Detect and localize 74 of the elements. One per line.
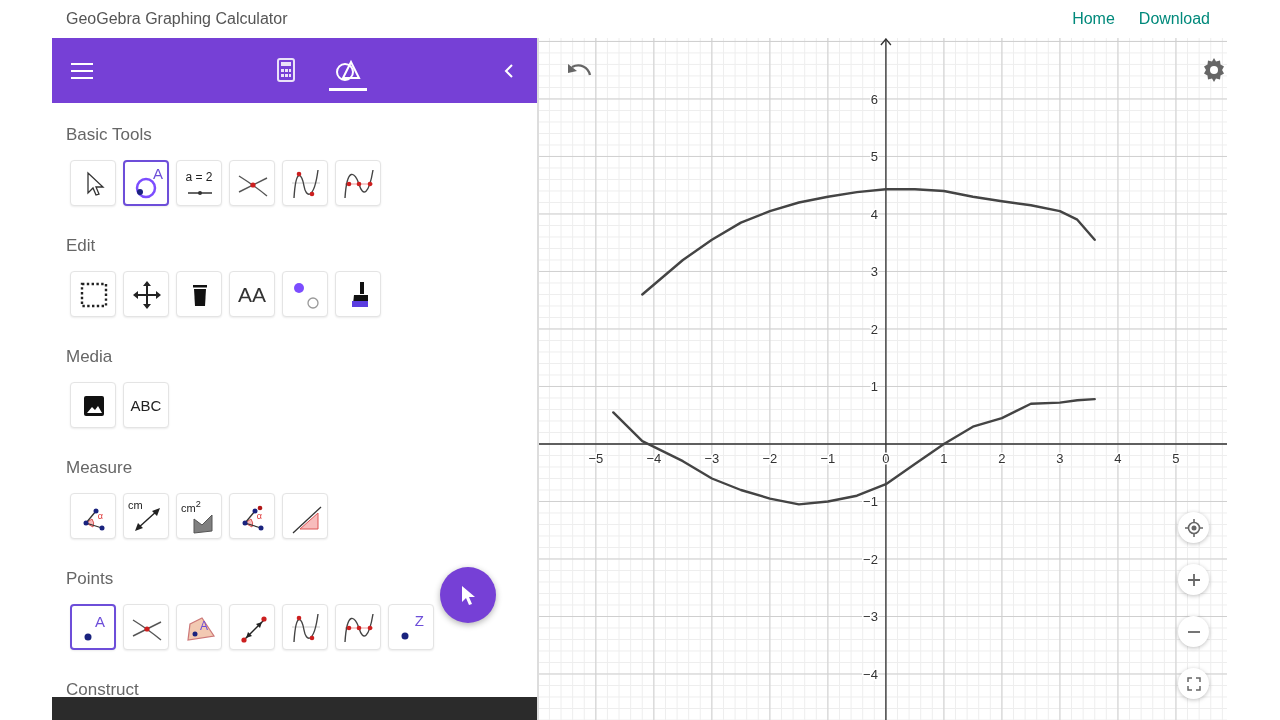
tick-label: 4 bbox=[1114, 451, 1122, 466]
select-rect-tool[interactable] bbox=[70, 271, 116, 317]
text-tool[interactable]: ABC bbox=[123, 382, 169, 428]
point-in-region-tool[interactable]: A bbox=[176, 604, 222, 650]
app-title: GeoGebra Graphing Calculator bbox=[66, 10, 288, 28]
tick-label: −2 bbox=[762, 451, 778, 466]
locate-button[interactable] bbox=[1178, 512, 1209, 543]
extremum-tool[interactable] bbox=[282, 160, 328, 206]
delete-tool[interactable] bbox=[176, 271, 222, 317]
target-icon bbox=[1184, 518, 1203, 537]
section-heading: Points bbox=[66, 569, 115, 589]
slope-tool[interactable] bbox=[282, 493, 328, 539]
extremum-tool[interactable] bbox=[282, 604, 328, 650]
style-dots-tool[interactable] bbox=[282, 271, 328, 317]
fullscreen-button[interactable] bbox=[1178, 668, 1209, 699]
angle-tool[interactable]: α bbox=[70, 493, 116, 539]
tick-label: 5 bbox=[1172, 451, 1180, 466]
section-heading: Construct bbox=[66, 680, 140, 697]
section-heading: Edit bbox=[66, 236, 97, 256]
nav-link[interactable]: Home bbox=[1072, 10, 1115, 28]
complex-point-tool[interactable]: Z bbox=[388, 604, 434, 650]
tick-label: −4 bbox=[646, 451, 662, 466]
complex-point-icon bbox=[401, 632, 409, 640]
point-tool[interactable]: A bbox=[70, 604, 116, 650]
intersect-tool[interactable] bbox=[123, 604, 169, 650]
tick-label: 1 bbox=[940, 451, 948, 466]
roots-tool[interactable] bbox=[335, 160, 381, 206]
slider-icon bbox=[187, 190, 213, 195]
roots-tool[interactable] bbox=[335, 604, 381, 650]
area-icon bbox=[193, 514, 213, 534]
calculator-icon bbox=[276, 58, 295, 82]
settings-icon[interactable] bbox=[1201, 57, 1227, 83]
plus-icon bbox=[1186, 572, 1201, 587]
slider-tool[interactable]: a = 2 bbox=[176, 160, 222, 206]
collapse-icon[interactable] bbox=[503, 62, 515, 79]
section-heading: Basic Tools bbox=[66, 125, 153, 145]
tick-label: −1 bbox=[863, 494, 878, 510]
intersect-tool[interactable] bbox=[229, 160, 275, 206]
tick-label: 2 bbox=[870, 321, 878, 337]
image-tool[interactable] bbox=[70, 382, 116, 428]
angle-size-tool[interactable]: α bbox=[229, 493, 275, 539]
tick-label: 6 bbox=[870, 91, 878, 107]
point-on-object-tool[interactable]: A bbox=[123, 160, 169, 206]
tick-label: 3 bbox=[870, 264, 878, 280]
tick-label: −1 bbox=[820, 451, 836, 466]
move-graphics-tool[interactable] bbox=[123, 271, 169, 317]
distance-tool[interactable]: cm bbox=[123, 493, 169, 539]
tick-label: −3 bbox=[863, 609, 878, 625]
floating-action-button[interactable] bbox=[440, 567, 496, 623]
cursor-icon bbox=[459, 584, 477, 606]
point-icon bbox=[84, 633, 92, 641]
tick-label: −3 bbox=[704, 451, 720, 466]
pen-brush-tool[interactable] bbox=[335, 271, 381, 317]
tick-label: 1 bbox=[870, 379, 878, 395]
zoom-in-button[interactable] bbox=[1178, 564, 1209, 595]
section-heading: Measure bbox=[66, 458, 134, 478]
minus-icon bbox=[1186, 630, 1201, 633]
tick-label: −4 bbox=[863, 667, 878, 682]
tick-label: 2 bbox=[998, 451, 1006, 466]
fullscreen-icon bbox=[1186, 676, 1201, 691]
tick-label: −2 bbox=[863, 552, 878, 567]
nav-link[interactable]: Download bbox=[1138, 10, 1210, 28]
tick-label: 5 bbox=[870, 149, 878, 165]
circle-triangle-icon bbox=[334, 58, 361, 82]
section-heading: Media bbox=[66, 347, 114, 367]
tick-label: 4 bbox=[870, 206, 878, 222]
area-tool[interactable]: cm$^{2}$ bbox=[176, 493, 222, 539]
text-style-tool[interactable]: AA bbox=[229, 271, 275, 317]
move-tool[interactable] bbox=[70, 160, 116, 206]
tick-label: −5 bbox=[588, 451, 604, 466]
tick-label: 3 bbox=[1056, 451, 1064, 466]
attach-detach-tool[interactable] bbox=[229, 604, 275, 650]
menu-icon[interactable] bbox=[70, 61, 94, 80]
zoom-out-button[interactable] bbox=[1178, 616, 1209, 647]
